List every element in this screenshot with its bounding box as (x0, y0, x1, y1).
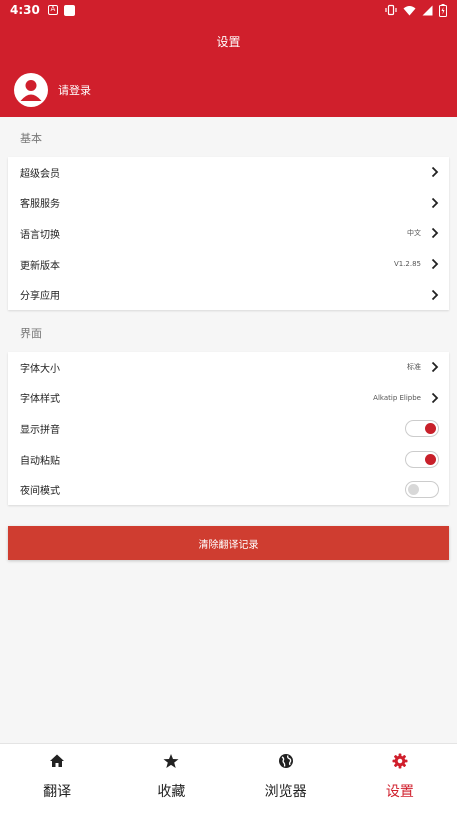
settings-row-customer-service[interactable]: 客服服务 (8, 188, 449, 219)
app-header: 4:30 A 设置 请登录 (0, 0, 457, 117)
row-label: 更新版本 (20, 260, 60, 272)
settings-row-language[interactable]: 语言切换 中文 (8, 218, 449, 249)
chevron-right-icon (431, 392, 439, 404)
row-label: 自动粘贴 (20, 455, 60, 467)
app-notification-icon (63, 4, 75, 16)
settings-row-show-pinyin: 显示拼音 (8, 413, 449, 444)
row-value: 中文 (407, 229, 421, 238)
row-label: 字体样式 (20, 394, 60, 406)
signal-icon (422, 5, 433, 15)
settings-content: 基本 超级会员 客服服务 语言切换 中文 更新版本 V1.2.85 分享应用 界… (0, 117, 457, 743)
basic-settings-card: 超级会员 客服服务 语言切换 中文 更新版本 V1.2.85 分享应用 (8, 157, 449, 310)
row-value: V1.2.85 (393, 260, 421, 269)
avatar-icon[interactable] (14, 73, 48, 107)
vibrate-icon (385, 4, 397, 16)
nav-label: 收藏 (157, 784, 186, 800)
home-icon (50, 754, 65, 767)
bottom-navigation: 翻译 收藏 浏览器 设置 (0, 743, 457, 814)
chevron-right-icon (431, 228, 439, 239)
row-label: 语言切换 (20, 229, 60, 241)
nav-item-settings[interactable]: 设置 (343, 744, 457, 814)
notification-icon: A (47, 5, 58, 15)
night-mode-toggle[interactable] (405, 481, 439, 499)
row-label: 显示拼音 (20, 424, 60, 436)
nav-item-translate[interactable]: 翻译 (0, 744, 114, 814)
status-bar: 4:30 A (0, 0, 457, 20)
settings-row-update-version[interactable]: 更新版本 V1.2.85 (8, 249, 449, 280)
chevron-right-icon (431, 167, 439, 178)
settings-row-font-style[interactable]: 字体样式 Alkatip Elipbe (8, 383, 449, 414)
auto-paste-toggle[interactable] (405, 450, 439, 468)
nav-item-favorites[interactable]: 收藏 (114, 744, 228, 814)
page-title: 设置 (216, 35, 241, 49)
section-title-interface: 界面 (20, 327, 42, 340)
settings-row-font-size[interactable]: 字体大小 标准 (8, 352, 449, 383)
chevron-right-icon (431, 362, 439, 373)
row-label: 夜间模式 (20, 486, 60, 498)
battery-icon (439, 3, 447, 17)
settings-row-share-app[interactable]: 分享应用 (8, 279, 449, 310)
row-label: 客服服务 (20, 199, 60, 211)
row-label: 超级会员 (20, 168, 60, 180)
nav-label: 设置 (385, 784, 414, 800)
show-pinyin-toggle[interactable] (405, 419, 439, 437)
star-icon (163, 754, 179, 768)
chevron-right-icon (431, 289, 439, 300)
chevron-right-icon (431, 197, 439, 209)
row-value: 标准 (407, 363, 421, 372)
settings-row-super-vip[interactable]: 超级会员 (8, 157, 449, 188)
settings-row-night-mode: 夜间模式 (8, 474, 449, 505)
nav-label: 翻译 (43, 784, 72, 800)
nav-item-browser[interactable]: 浏览器 (229, 744, 343, 814)
interface-settings-card: 字体大小 标准 字体样式 Alkatip Elipbe 显示拼音 自动粘贴 夜间… (8, 352, 449, 505)
nav-label: 浏览器 (264, 784, 307, 800)
settings-row-auto-paste: 自动粘贴 (8, 444, 449, 475)
row-value: Alkatip Elipbe (373, 393, 421, 402)
clear-history-button[interactable]: 清除翻译记录 (8, 526, 449, 560)
login-label[interactable]: 请登录 (58, 82, 91, 98)
row-label: 字体大小 (20, 363, 60, 375)
row-label: 分享应用 (20, 291, 60, 303)
status-time: 4:30 (10, 3, 40, 17)
chevron-right-icon (431, 258, 439, 270)
wifi-icon (403, 5, 416, 15)
section-title-basic: 基本 (20, 132, 42, 145)
gear-icon (392, 753, 408, 769)
globe-icon (278, 754, 293, 768)
